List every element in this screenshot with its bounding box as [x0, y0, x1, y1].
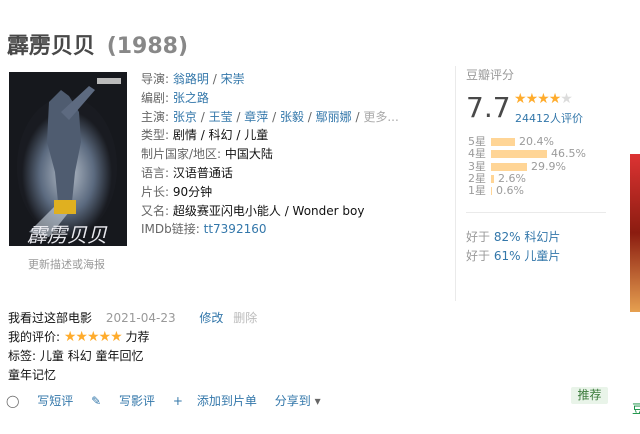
my-comment: 童年记忆: [8, 368, 57, 382]
rating-bar: [491, 162, 527, 171]
star-icon: ★: [537, 91, 550, 107]
cast-link[interactable]: 王莹: [209, 110, 233, 124]
rating-bar: [491, 150, 547, 159]
info-cast: 主演: 张京 / 王莹 / 章萍 / 张毅 / 鄢丽娜 / 更多...: [141, 109, 399, 124]
rating-score: 7.7: [466, 91, 511, 124]
star-icon: ★: [560, 91, 573, 107]
info-imdb: IMDb链接: tt7392160: [141, 222, 267, 237]
cast-link[interactable]: 鄢丽娜: [316, 110, 352, 124]
star-icon: ★: [525, 91, 539, 107]
edit-link[interactable]: 修改: [199, 311, 223, 325]
writer-link[interactable]: 张之路: [173, 91, 209, 105]
aka-value: 超级赛亚闪电小能人 / Wonder boy: [172, 203, 365, 218]
rating-stars: ★★★★★: [514, 91, 573, 107]
cast-link[interactable]: 张京: [173, 110, 197, 124]
rating-divider: [466, 212, 606, 213]
info-region: 制片国家/地区: 中国大陆: [141, 147, 273, 162]
my-rating-label: 我的评价:: [8, 330, 61, 344]
language-value: 汉语普通话: [172, 165, 233, 180]
page-title: 霹雳贝贝 (1988): [7, 28, 188, 60]
my-tags-row: 标签: 儿童 科幻 童年回忆: [8, 347, 458, 366]
svg-text:霹雳贝贝: 霹雳贝贝: [27, 223, 108, 246]
star-icon: ★: [514, 91, 527, 107]
rating-panel: 豆瓣评分 7.7 ★★★★★ 24412人评价 5星 20.4% 4星 46.5…: [466, 66, 611, 263]
share-button[interactable]: 分享到 ▾: [275, 394, 335, 408]
my-rating-word: 力荐: [125, 330, 150, 344]
runtime-value: 90分钟: [172, 184, 213, 199]
rating-header: 豆瓣评分: [466, 68, 515, 82]
movie-year: (1988): [106, 34, 189, 59]
my-watched-row: 我看过这部电影 2021-04-23 修改 删除: [8, 309, 458, 328]
plus-icon: +: [172, 394, 183, 408]
rating-bar: [491, 174, 494, 183]
divider-vertical: [455, 66, 456, 301]
my-rating-row: 我的评价: ★★★★★ 力荐: [8, 328, 458, 347]
star-icon: ★: [548, 91, 562, 107]
info-language: 语言: 汉语普通话: [141, 165, 233, 180]
movie-name: 霹雳贝贝: [7, 34, 96, 59]
imdb-link[interactable]: tt7392160: [204, 222, 267, 236]
better-than-kids-genre[interactable]: 儿童片: [524, 249, 560, 263]
my-watched-status: 我看过这部电影: [8, 311, 93, 325]
add-to-list-button[interactable]: + 添加到片单: [173, 394, 261, 408]
my-review: 我看过这部电影 2021-04-23 修改 删除 我的评价: ★★★★★ 力荐 …: [8, 309, 458, 385]
cast-link[interactable]: 章萍: [244, 110, 268, 124]
better-than-scifi: 好于 82% 科幻片: [466, 230, 561, 244]
info-genre: 类型: 剧情 / 科幻 / 儿童: [141, 128, 269, 143]
rating-bar: [491, 138, 515, 146]
delete-link[interactable]: 删除: [233, 311, 257, 325]
poster-image: 霹雳贝贝: [9, 72, 127, 246]
review-button[interactable]: ✎ 写影评: [91, 394, 159, 408]
better-than-kids-pct[interactable]: 61%: [494, 249, 521, 263]
cast-more-link[interactable]: 更多...: [363, 110, 398, 124]
cast-link[interactable]: 张毅: [280, 110, 304, 124]
rating-bar: [491, 187, 492, 196]
info-writer: 编剧: 张之路: [141, 90, 209, 105]
info-runtime: 片长: 90分钟: [141, 184, 213, 199]
region-value: 中国大陆: [224, 147, 273, 162]
genre-value: 剧情 / 科幻 / 儿童: [172, 128, 269, 143]
my-tags-value: 儿童 科幻 童年回忆: [39, 349, 144, 363]
movie-info: 导演: 翁路明 / 宋崇 编剧: 张之路 主演: 张京 / 王莹 / 章萍 / …: [141, 70, 441, 239]
short-review-button[interactable]: ◯ 写短评: [6, 394, 77, 408]
my-watched-date: 2021-04-23: [105, 311, 176, 325]
update-poster-link[interactable]: 更新描述或海报: [28, 256, 105, 272]
director-link[interactable]: 翁路明: [173, 72, 209, 86]
side-ad-image[interactable]: [630, 154, 640, 312]
comment-icon: ◯: [6, 394, 20, 408]
rating-count-link[interactable]: 24412人评价: [515, 110, 583, 126]
side-ad-text[interactable]: 豆: [632, 400, 640, 417]
info-director: 导演: 翁路明 / 宋崇: [141, 72, 245, 86]
chevron-down-icon: ▾: [314, 394, 321, 408]
movie-poster[interactable]: 霹雳贝贝: [9, 72, 127, 246]
recommend-button[interactable]: 推荐: [571, 387, 608, 404]
info-aka: 又名: 超级赛亚闪电小能人 / Wonder boy: [141, 203, 365, 218]
better-than-kids: 好于 61% 儿童片: [466, 249, 561, 263]
action-bar: ◯ 写短评 ✎ 写影评 + 添加到片单 分享到 ▾: [6, 392, 349, 409]
my-rating-stars: ★★★★★: [63, 329, 123, 345]
better-than-scifi-pct[interactable]: 82%: [494, 230, 521, 244]
my-tags-label: 标签:: [8, 349, 37, 363]
pencil-icon: ✎: [91, 394, 102, 408]
better-than-scifi-genre[interactable]: 科幻片: [524, 230, 560, 244]
director-link[interactable]: 宋崇: [221, 72, 245, 86]
